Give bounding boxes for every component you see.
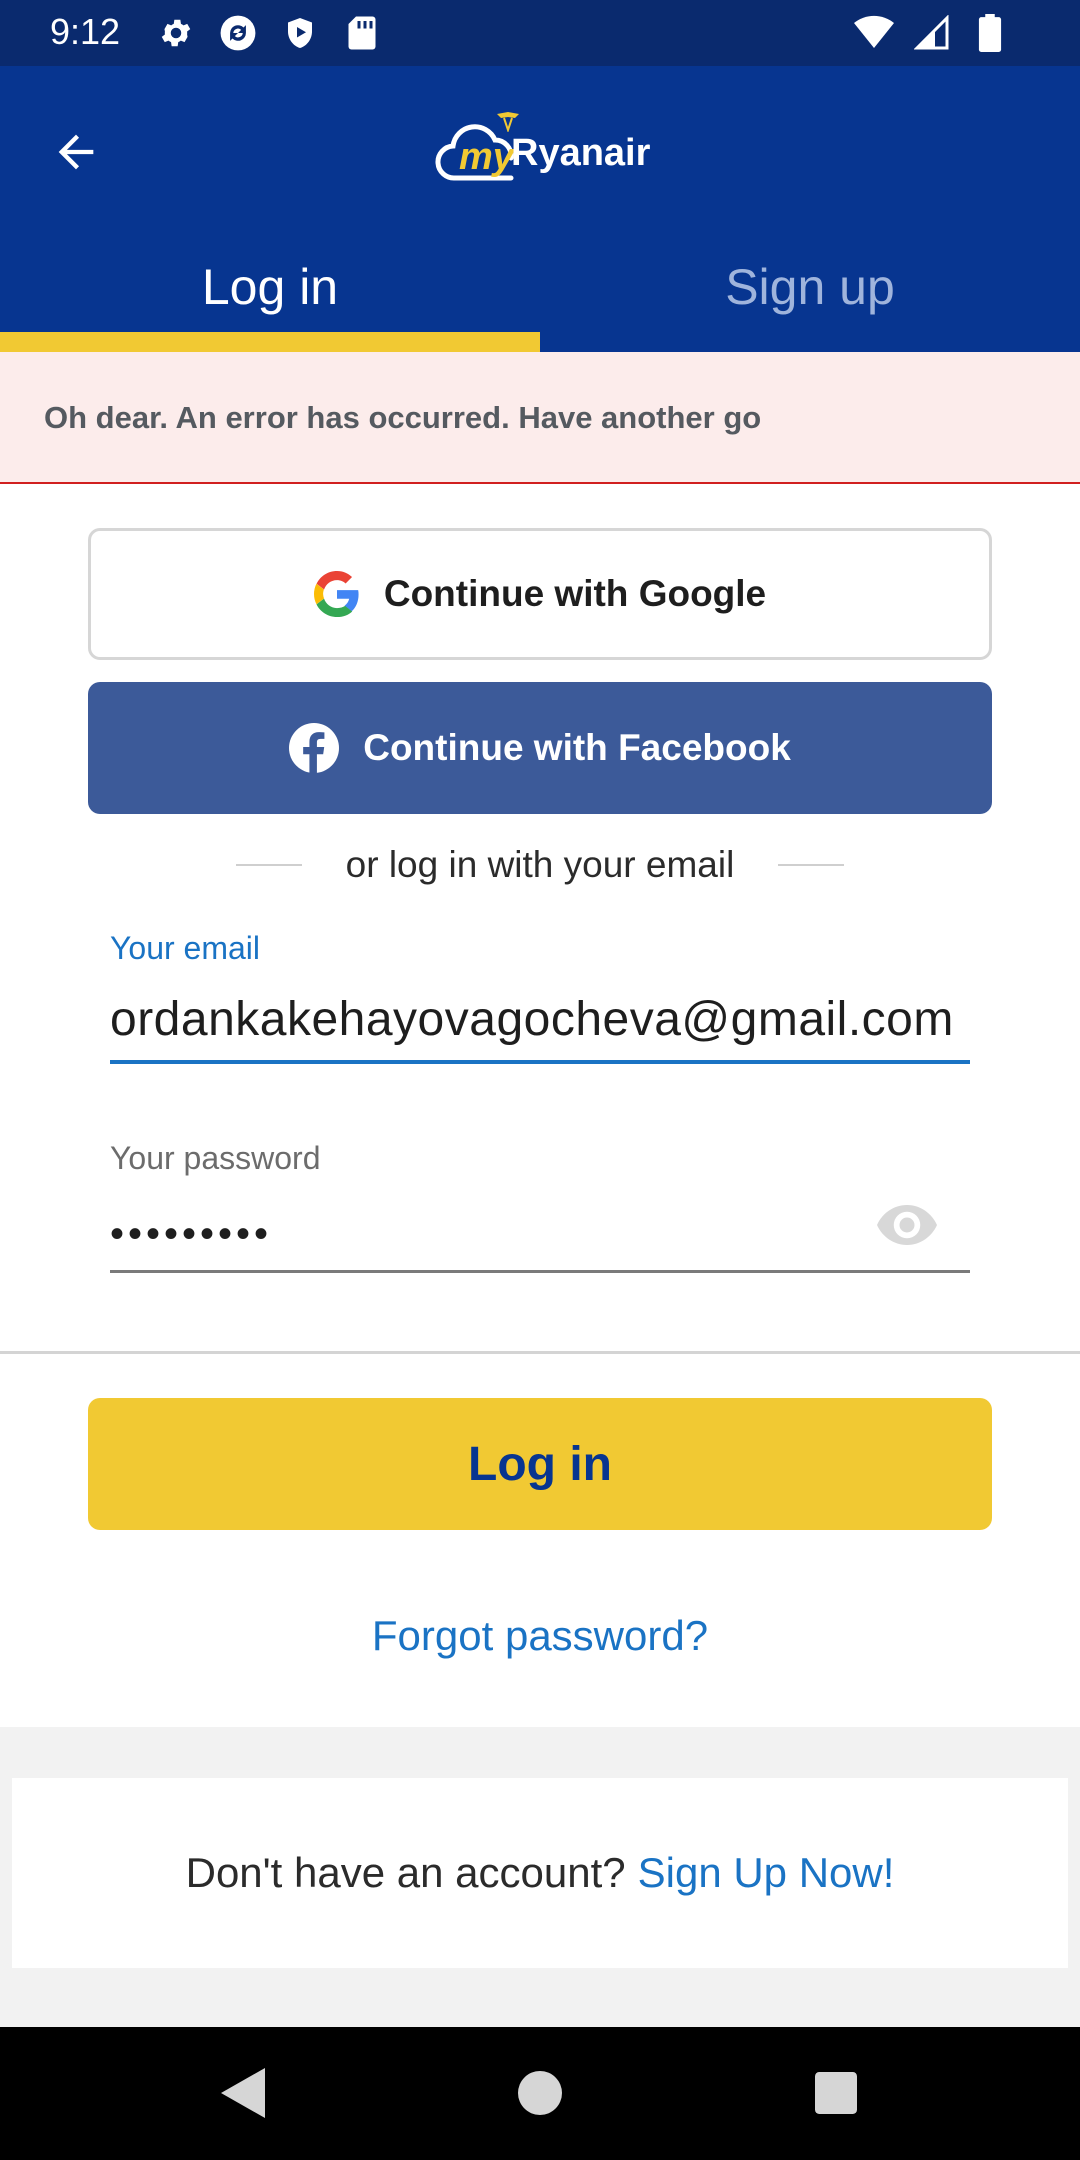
sync-icon: [218, 13, 258, 53]
logo-my: my: [459, 136, 514, 178]
email-field[interactable]: Your email ordankakehayovagocheva@gmail.…: [110, 930, 970, 1070]
password-underline: [110, 1270, 970, 1273]
google-button-label: Continue with Google: [383, 573, 767, 614]
log-in-button[interactable]: Log in: [88, 1398, 992, 1530]
section-separator: [0, 1351, 1080, 1354]
shield-play-icon: [280, 13, 320, 53]
status-bar: 9:12: [0, 0, 1080, 66]
email-label: Your email: [110, 930, 261, 966]
continue-with-google-button[interactable]: Continue with Google: [88, 528, 992, 660]
password-input[interactable]: •••••••••: [110, 1212, 970, 1257]
status-time: 9:12: [50, 11, 121, 52]
sd-card-icon: [342, 13, 382, 53]
status-icons-left: [156, 13, 382, 53]
active-tab-indicator: [0, 332, 540, 352]
divider-line-left: [235, 864, 302, 866]
harp-icon: [497, 112, 519, 132]
square-recents-icon: [815, 2072, 857, 2114]
error-banner: Oh dear. An error has occurred. Have ano…: [0, 352, 1080, 484]
settings-icon: [156, 13, 196, 53]
signup-prompt: Don't have an account?: [185, 1849, 626, 1896]
tab-sign-up-label: Sign up: [725, 259, 895, 315]
tab-sign-up[interactable]: Sign up: [540, 220, 1080, 352]
facebook-icon: [289, 723, 340, 773]
email-divider: or log in with your email: [0, 836, 1080, 894]
eye-icon[interactable]: [874, 1192, 940, 1258]
log-in-button-label: Log in: [468, 1437, 612, 1491]
status-icons-right: [854, 13, 1010, 53]
password-field[interactable]: Your password •••••••••: [110, 1140, 970, 1274]
nav-recents-button[interactable]: [800, 2057, 872, 2129]
email-input[interactable]: ordankakehayovagocheva@gmail.com: [110, 992, 970, 1047]
divider-text: or log in with your email: [345, 844, 735, 885]
app-header: my Ryanair Log in Sign up: [0, 66, 1080, 352]
tab-log-in-label: Log in: [201, 259, 339, 315]
divider-line-right: [778, 864, 845, 866]
signup-card: Don't have an account? Sign Up Now!: [12, 1778, 1068, 1968]
system-nav-bar: [0, 2027, 1080, 2160]
forgot-password-link[interactable]: Forgot password?: [0, 1612, 1080, 1660]
tab-log-in[interactable]: Log in: [0, 220, 540, 352]
nav-home-button[interactable]: [504, 2057, 576, 2129]
arrow-left-icon: [58, 134, 94, 170]
battery-icon: [970, 13, 1010, 53]
circle-home-icon: [518, 2071, 562, 2115]
auth-tabs: Log in Sign up: [0, 220, 1080, 352]
signal-icon: [912, 13, 952, 53]
email-underline: [110, 1060, 970, 1064]
myryanair-logo: my Ryanair: [435, 106, 650, 196]
error-message: Oh dear. An error has occurred. Have ano…: [44, 400, 762, 435]
facebook-button-label: Continue with Facebook: [363, 727, 791, 768]
password-label: Your password: [110, 1140, 321, 1176]
continue-with-facebook-button[interactable]: Continue with Facebook: [88, 682, 992, 814]
nav-back-button[interactable]: [207, 2057, 279, 2129]
sign-up-now-link[interactable]: Sign Up Now!: [638, 1849, 895, 1897]
back-button[interactable]: [40, 116, 112, 188]
triangle-back-icon: [221, 2068, 265, 2118]
logo-name: Ryanair: [511, 132, 651, 174]
wifi-icon: [854, 13, 894, 53]
google-icon: [313, 571, 359, 617]
